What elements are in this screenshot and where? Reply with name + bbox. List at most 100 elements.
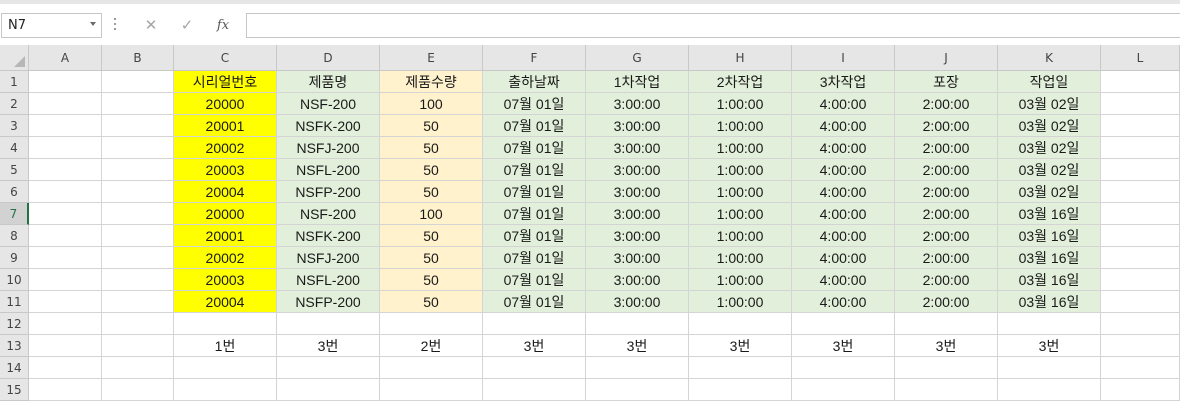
cell-F4[interactable]: 07월 01일 (483, 137, 586, 159)
cell-E14[interactable] (380, 357, 483, 379)
cell-K4[interactable]: 03월 02일 (998, 137, 1101, 159)
cell-I10[interactable]: 4:00:00 (792, 269, 895, 291)
cell-F10[interactable]: 07월 01일 (483, 269, 586, 291)
cell-K9[interactable]: 03월 16일 (998, 247, 1101, 269)
cell-A9[interactable] (29, 247, 102, 269)
cell-B12[interactable] (102, 313, 174, 335)
cell-J4[interactable]: 2:00:00 (895, 137, 998, 159)
cell-F2[interactable]: 07월 01일 (483, 93, 586, 115)
cell-C3[interactable]: 20001 (174, 115, 277, 137)
cell-A12[interactable] (29, 313, 102, 335)
row-header-6[interactable]: 6 (0, 181, 29, 203)
row-header-4[interactable]: 4 (0, 137, 29, 159)
cell-K14[interactable] (998, 357, 1101, 379)
row-header-11[interactable]: 11 (0, 291, 29, 313)
cell-H15[interactable] (689, 379, 792, 401)
cell-L12[interactable] (1101, 313, 1180, 335)
cell-B2[interactable] (102, 93, 174, 115)
cell-A1[interactable] (29, 71, 102, 93)
cell-K12[interactable] (998, 313, 1101, 335)
cell-L2[interactable] (1101, 93, 1180, 115)
cell-D2[interactable]: NSF-200 (277, 93, 380, 115)
cell-G13[interactable]: 3번 (586, 335, 689, 357)
cell-I6[interactable]: 4:00:00 (792, 181, 895, 203)
cell-I1[interactable]: 3차작업 (792, 71, 895, 93)
cell-K2[interactable]: 03월 02일 (998, 93, 1101, 115)
cell-E7[interactable]: 100 (380, 203, 483, 225)
cell-C11[interactable]: 20004 (174, 291, 277, 313)
cell-A15[interactable] (29, 379, 102, 401)
cell-E3[interactable]: 50 (380, 115, 483, 137)
cell-C4[interactable]: 20002 (174, 137, 277, 159)
row-header-13[interactable]: 13 (0, 335, 29, 357)
cell-D15[interactable] (277, 379, 380, 401)
cell-J12[interactable] (895, 313, 998, 335)
cell-B15[interactable] (102, 379, 174, 401)
cell-A7[interactable] (29, 203, 102, 225)
cell-H10[interactable]: 1:00:00 (689, 269, 792, 291)
cell-K10[interactable]: 03월 16일 (998, 269, 1101, 291)
column-header-J[interactable]: J (895, 45, 998, 71)
cell-D7[interactable]: NSF-200 (277, 203, 380, 225)
cell-J2[interactable]: 2:00:00 (895, 93, 998, 115)
enter-check-icon[interactable]: ✓ (176, 14, 198, 36)
cell-E1[interactable]: 제품수량 (380, 71, 483, 93)
cell-L6[interactable] (1101, 181, 1180, 203)
cell-L13[interactable] (1101, 335, 1180, 357)
cell-J14[interactable] (895, 357, 998, 379)
row-header-2[interactable]: 2 (0, 93, 29, 115)
cell-G11[interactable]: 3:00:00 (586, 291, 689, 313)
chevron-down-icon[interactable] (90, 22, 96, 26)
cell-H7[interactable]: 1:00:00 (689, 203, 792, 225)
cell-G12[interactable] (586, 313, 689, 335)
cell-G9[interactable]: 3:00:00 (586, 247, 689, 269)
cell-G15[interactable] (586, 379, 689, 401)
cell-A11[interactable] (29, 291, 102, 313)
cell-L10[interactable] (1101, 269, 1180, 291)
cell-B8[interactable] (102, 225, 174, 247)
cell-C8[interactable]: 20001 (174, 225, 277, 247)
cell-G3[interactable]: 3:00:00 (586, 115, 689, 137)
cell-G4[interactable]: 3:00:00 (586, 137, 689, 159)
row-header-3[interactable]: 3 (0, 115, 29, 137)
cell-F7[interactable]: 07월 01일 (483, 203, 586, 225)
row-header-5[interactable]: 5 (0, 159, 29, 181)
cell-J7[interactable]: 2:00:00 (895, 203, 998, 225)
cell-I12[interactable] (792, 313, 895, 335)
row-header-9[interactable]: 9 (0, 247, 29, 269)
cell-B11[interactable] (102, 291, 174, 313)
cell-K5[interactable]: 03월 02일 (998, 159, 1101, 181)
cell-B3[interactable] (102, 115, 174, 137)
cell-I3[interactable]: 4:00:00 (792, 115, 895, 137)
cell-E9[interactable]: 50 (380, 247, 483, 269)
cell-A6[interactable] (29, 181, 102, 203)
cell-F12[interactable] (483, 313, 586, 335)
cell-E8[interactable]: 50 (380, 225, 483, 247)
column-header-A[interactable]: A (29, 45, 102, 71)
cell-B4[interactable] (102, 137, 174, 159)
name-box[interactable]: N7 (1, 13, 102, 38)
row-header-10[interactable]: 10 (0, 269, 29, 291)
cell-L8[interactable] (1101, 225, 1180, 247)
column-header-K[interactable]: K (998, 45, 1101, 71)
cell-D12[interactable] (277, 313, 380, 335)
column-header-I[interactable]: I (792, 45, 895, 71)
cell-C7[interactable]: 20000 (174, 203, 277, 225)
cell-F15[interactable] (483, 379, 586, 401)
cell-L7[interactable] (1101, 203, 1180, 225)
cell-H6[interactable]: 1:00:00 (689, 181, 792, 203)
cell-D4[interactable]: NSFJ-200 (277, 137, 380, 159)
column-header-C[interactable]: C (174, 45, 277, 71)
cell-D8[interactable]: NSFK-200 (277, 225, 380, 247)
cell-A13[interactable] (29, 335, 102, 357)
cell-B14[interactable] (102, 357, 174, 379)
row-header-14[interactable]: 14 (0, 357, 29, 379)
cell-I8[interactable]: 4:00:00 (792, 225, 895, 247)
cell-I13[interactable]: 3번 (792, 335, 895, 357)
cell-B10[interactable] (102, 269, 174, 291)
cell-L14[interactable] (1101, 357, 1180, 379)
cell-A2[interactable] (29, 93, 102, 115)
cell-K1[interactable]: 작업일 (998, 71, 1101, 93)
cell-C12[interactable] (174, 313, 277, 335)
cell-K3[interactable]: 03월 02일 (998, 115, 1101, 137)
